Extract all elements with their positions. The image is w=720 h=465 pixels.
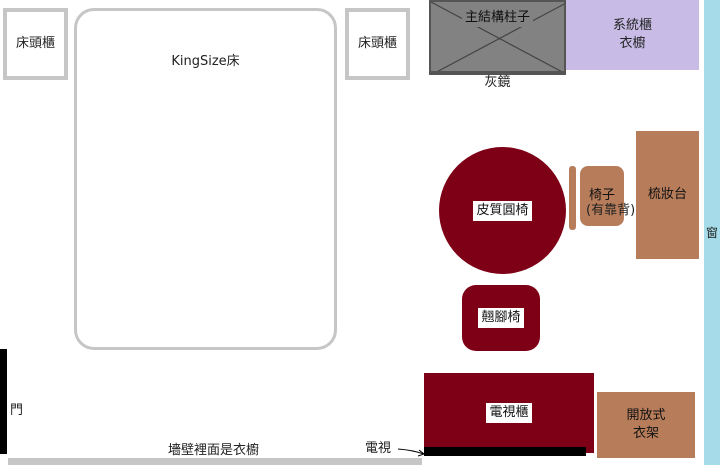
- door-line: [0, 349, 7, 454]
- open-rack-label-2: 衣架: [632, 426, 659, 441]
- system-wardrobe: 系統櫃 衣櫥: [566, 0, 699, 70]
- wall-wardrobe-label: 墻壁裡面是衣櫥: [168, 443, 260, 458]
- tv-label: 電視: [365, 441, 392, 456]
- bed-label: KingSize床: [171, 54, 240, 69]
- open-clothes-rack: 開放式 衣架: [597, 392, 695, 458]
- vanity-label: 梳妝台: [647, 187, 687, 202]
- door-label: 門: [10, 403, 24, 418]
- tv-line: [424, 447, 586, 456]
- open-rack-label-1: 開放式: [626, 408, 666, 423]
- tv-pointer-arrow-icon: [397, 448, 426, 457]
- nightstand-left: 床頭櫃: [3, 8, 68, 80]
- gray-mirror-label: 灰鏡: [484, 75, 511, 90]
- tv-cabinet-label: 電視櫃: [486, 403, 532, 423]
- system-wardrobe-label-1: 系統櫃: [612, 18, 652, 33]
- stool-label: 翹腳椅: [478, 308, 524, 328]
- nightstand-left-label: 床頭櫃: [15, 36, 55, 51]
- floor-plan: 床頭櫃 KingSize床 床頭櫃 主結構柱子 灰鏡 系統櫃 衣櫥 窗 皮質圓椅…: [0, 0, 720, 465]
- tv-cabinet: 電視櫃: [424, 373, 594, 453]
- structural-pillar: 主結構柱子: [429, 0, 566, 73]
- nightstand-right: 床頭櫃: [345, 8, 410, 80]
- cross-legged-stool: 翹腳椅: [462, 285, 540, 351]
- vanity: 梳妝台: [636, 131, 699, 259]
- leather-chair-label: 皮質圓椅: [473, 200, 532, 221]
- nightstand-right-label: 床頭櫃: [357, 36, 397, 51]
- king-size-bed: KingSize床: [74, 8, 337, 350]
- chair-label-2: (有靠背): [586, 203, 636, 218]
- chair-backrest: [569, 166, 576, 230]
- system-wardrobe-label-2: 衣櫥: [619, 36, 646, 51]
- window-label: 窗: [705, 225, 718, 240]
- pillar-label: 主結構柱子: [461, 8, 533, 27]
- window: 窗: [704, 0, 720, 465]
- leather-round-chair: 皮質圓椅: [439, 147, 566, 274]
